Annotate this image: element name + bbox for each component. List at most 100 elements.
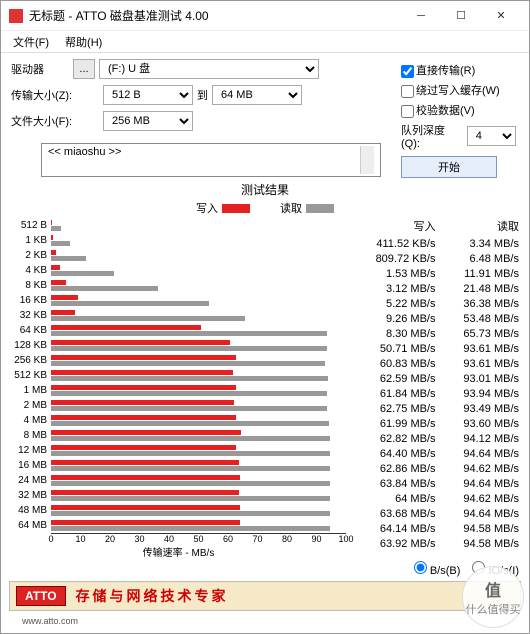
results-panel: 测试结果 写入 读取 512 B1 KB2 KB4 KB8 KB16 KB32 … [1, 177, 529, 559]
write-bar [51, 370, 233, 375]
to-label: 到 [197, 87, 208, 103]
read-bar [51, 511, 330, 516]
verify-data-checkbox[interactable]: 校验数据(V) [401, 102, 516, 118]
drive-select[interactable]: (F:) U 盘 [99, 59, 319, 79]
bypass-cache-checkbox[interactable]: 绕过写入缓存(W) [401, 82, 516, 98]
menu-file[interactable]: 文件(F) [5, 32, 57, 52]
description-box[interactable]: << miaoshu >> [41, 143, 381, 177]
filesize-select[interactable]: 256 MB [103, 111, 193, 131]
y-label: 8 MB [11, 430, 51, 441]
read-bar [51, 226, 61, 231]
write-value: 62.82 MB/s [352, 433, 436, 445]
y-label: 64 KB [11, 325, 51, 336]
options-panel: 直接传输(R) 绕过写入缓存(W) 校验数据(V) 队列深度(Q): 4 开始 [401, 58, 516, 178]
y-label: 16 KB [11, 295, 51, 306]
chart-row: 32 MB [11, 488, 346, 503]
read-value: 65.73 MB/s [436, 328, 520, 340]
write-value: 64.40 MB/s [352, 448, 436, 460]
table-row: 64 MB/s94.62 MB/s [352, 491, 519, 506]
footer-url: www.atto.com [22, 616, 78, 626]
table-row: 50.71 MB/s93.61 MB/s [352, 341, 519, 356]
read-value: 94.64 MB/s [436, 478, 520, 490]
read-value: 6.48 MB/s [436, 253, 520, 265]
chart-row: 32 KB [11, 308, 346, 323]
chart-row: 1 KB [11, 233, 346, 248]
queue-depth-select[interactable]: 4 [467, 126, 516, 146]
write-bar [51, 430, 241, 435]
scrollbar[interactable] [360, 146, 374, 174]
y-label: 4 MB [11, 415, 51, 426]
read-value: 94.12 MB/s [436, 433, 520, 445]
x-axis-label: 传输速率 - MB/s [11, 544, 346, 559]
write-bar [51, 235, 53, 240]
read-bar [51, 436, 330, 441]
write-bar [51, 445, 236, 450]
write-bar [51, 250, 56, 255]
read-bar [51, 286, 158, 291]
unit-bytes-radio[interactable]: B/s(B) [414, 561, 461, 577]
y-label: 24 MB [11, 475, 51, 486]
y-label: 256 KB [11, 355, 51, 366]
table-row: 411.52 KB/s3.34 MB/s [352, 236, 519, 251]
read-value: 3.34 MB/s [436, 238, 520, 250]
chart-legend: 写入 读取 [11, 200, 519, 216]
x-tick: 20 [105, 534, 115, 544]
read-bar [51, 271, 114, 276]
y-label: 1 KB [11, 235, 51, 246]
xfer-size-label: 传输大小(Z): [11, 87, 73, 103]
y-label: 128 KB [11, 340, 51, 351]
write-bar [51, 340, 230, 345]
chart-row: 4 MB [11, 413, 346, 428]
write-value: 62.86 MB/s [352, 463, 436, 475]
start-button[interactable]: 开始 [401, 156, 497, 178]
write-bar [51, 520, 240, 525]
chart-row: 16 MB [11, 458, 346, 473]
x-tick: 30 [134, 534, 144, 544]
write-value: 809.72 KB/s [352, 253, 436, 265]
read-bar [51, 376, 328, 381]
read-value: 53.48 MB/s [436, 313, 520, 325]
chart-row: 12 MB [11, 443, 346, 458]
table-row: 63.92 MB/s94.58 MB/s [352, 536, 519, 551]
menu-help[interactable]: 帮助(H) [57, 32, 110, 52]
y-label: 512 KB [11, 370, 51, 381]
write-value: 61.84 MB/s [352, 388, 436, 400]
x-tick: 10 [75, 534, 85, 544]
table-row: 64.40 MB/s94.64 MB/s [352, 446, 519, 461]
read-bar [51, 346, 327, 351]
write-value: 5.22 MB/s [352, 298, 436, 310]
x-tick: 0 [48, 534, 53, 544]
table-row: 809.72 KB/s6.48 MB/s [352, 251, 519, 266]
chart-row: 64 KB [11, 323, 346, 338]
read-bar [51, 406, 327, 411]
xfer-to-select[interactable]: 64 MB [212, 85, 302, 105]
minimize-button[interactable]: ─ [401, 1, 441, 31]
write-value: 64.14 MB/s [352, 523, 436, 535]
y-label: 4 KB [11, 265, 51, 276]
table-row: 63.68 MB/s94.64 MB/s [352, 506, 519, 521]
y-label: 1 MB [11, 385, 51, 396]
chart-row: 8 MB [11, 428, 346, 443]
write-value: 1.53 MB/s [352, 268, 436, 280]
write-bar [51, 220, 52, 225]
table-row: 64.14 MB/s94.58 MB/s [352, 521, 519, 536]
y-label: 12 MB [11, 445, 51, 456]
bar-chart: 512 B1 KB2 KB4 KB8 KB16 KB32 KB64 KB128 … [11, 218, 346, 559]
read-bar [51, 481, 330, 486]
x-tick: 90 [311, 534, 321, 544]
read-value: 94.62 MB/s [436, 463, 520, 475]
maximize-button[interactable]: ☐ [441, 1, 481, 31]
y-label: 32 MB [11, 490, 51, 501]
read-value: 11.91 MB/s [436, 268, 520, 280]
read-value: 93.60 MB/s [436, 418, 520, 430]
xfer-from-select[interactable]: 512 B [103, 85, 193, 105]
window-title: 无标题 - ATTO 磁盘基准测试 4.00 [29, 7, 401, 24]
close-button[interactable]: ✕ [481, 1, 521, 31]
direct-io-checkbox[interactable]: 直接传输(R) [401, 62, 516, 78]
legend-read-label: 读取 [280, 200, 302, 216]
read-value: 93.49 MB/s [436, 403, 520, 415]
read-bar [51, 241, 70, 246]
write-bar [51, 505, 240, 510]
browse-drive-button[interactable]: ... [73, 59, 95, 79]
read-bar [51, 421, 329, 426]
